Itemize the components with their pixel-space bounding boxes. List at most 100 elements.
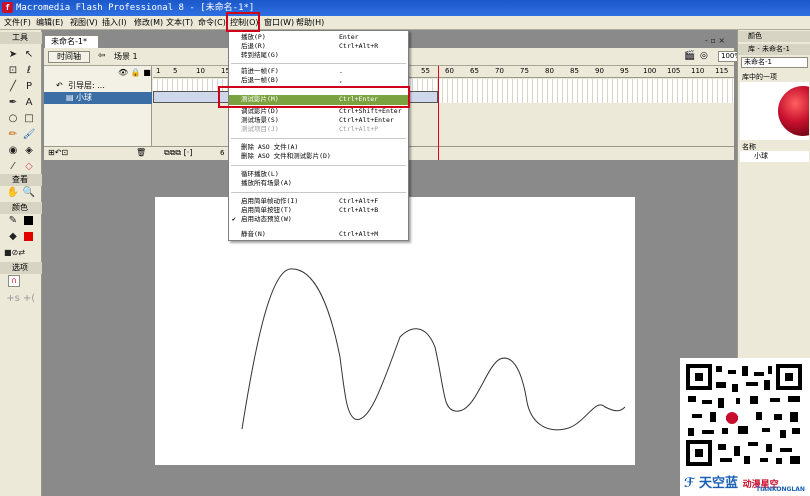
fill-color-icon[interactable]: ◆ — [6, 230, 20, 244]
ink-icon[interactable]: ◉ — [6, 144, 20, 158]
zoom-icon[interactable]: 🔍 — [22, 186, 36, 200]
watermark-en-text: TIANKONGLAN — [756, 486, 805, 493]
edit-scene-icon[interactable]: 🎬 — [684, 51, 695, 61]
paint-bucket-icon[interactable]: ◈ — [22, 144, 36, 158]
timeline-button[interactable]: 时间轴 — [48, 51, 90, 63]
menu-separator — [231, 63, 406, 64]
menu-edit[interactable]: 编辑(E) — [36, 18, 63, 28]
menu-item-simple-frame-actions[interactable]: 启用简单帧动作(I) Ctrl+Alt+F — [229, 197, 408, 206]
menu-view[interactable]: 视图(V) — [70, 18, 98, 28]
lasso-2-icon[interactable]: P — [22, 80, 36, 94]
menu-item-live-preview[interactable]: ✔ 启用动态预览(W) — [229, 215, 408, 224]
text-icon[interactable]: A — [22, 96, 36, 110]
window-controls-icon[interactable]: - ▫ × — [705, 36, 725, 45]
ruler-tick: 105 — [667, 67, 681, 75]
lasso-icon[interactable]: ℓ — [22, 64, 36, 78]
menu-item-debug-movie[interactable]: 调试影片(D) Ctrl+Shift+Enter — [229, 107, 408, 116]
stroke-color-icon[interactable]: ✎ — [6, 214, 20, 228]
menu-insert[interactable]: 插入(I) — [102, 18, 127, 28]
menu-item-play-all-scenes[interactable]: 播放所有场景(A) — [229, 179, 408, 188]
menu-separator — [231, 165, 406, 166]
view-header: 查看 — [0, 174, 42, 186]
menu-item-goto-end[interactable]: 转到结尾(G) — [229, 51, 408, 60]
smooth-icon[interactable]: +s — [6, 292, 20, 306]
flash-logo-icon: f — [2, 2, 13, 13]
control-menu: 播放(P) Enter 后退(R) Ctrl+Alt+R 转到结尾(G) 前进一帧(… — [228, 30, 409, 241]
fps-label: 6 — [220, 149, 225, 157]
eyedropper-icon[interactable]: ⁄ — [6, 160, 20, 174]
pencil-icon[interactable]: ✏ — [6, 128, 20, 142]
pen-icon[interactable]: ✒ — [6, 96, 20, 110]
color-header: 颜色 — [0, 202, 42, 214]
menu-text[interactable]: 文本(T) — [166, 18, 193, 28]
menu-item-simple-buttons[interactable]: 启用简单按钮(T) Ctrl+Alt+B — [229, 206, 408, 215]
stroke-swatch[interactable] — [24, 216, 33, 225]
edit-symbol-icon[interactable]: ◎ — [700, 51, 708, 61]
oval-icon[interactable]: ○ — [6, 112, 20, 126]
delete-layer-icon[interactable]: 🗑 — [136, 148, 146, 157]
ruler-tick: 1 — [156, 67, 161, 75]
back-arrow-icon[interactable]: ⇦ — [98, 51, 106, 61]
color-panel-header[interactable]: 颜色 — [738, 31, 810, 42]
eraser-icon[interactable]: ◇ — [22, 160, 36, 174]
menu-item-rewind[interactable]: 后退(R) Ctrl+Alt+R — [229, 42, 408, 51]
library-item[interactable]: 小球 — [740, 151, 809, 162]
menu-bar: 文件(F) 编辑(E) 视图(V) 插入(I) 修改(M) 文本(T) 命令(C… — [0, 16, 810, 30]
straighten-icon[interactable]: +( — [22, 292, 36, 306]
menu-item-mute[interactable]: 静音(N) Ctrl+Alt+M — [229, 230, 408, 239]
ruler-tick: 80 — [545, 67, 554, 75]
library-panel-header[interactable]: 库 - 未命名-1 — [738, 44, 810, 55]
subselect-icon[interactable]: ↖ — [22, 48, 36, 62]
ruler-tick: 10 — [196, 67, 205, 75]
annotation-box-control-menu — [226, 12, 260, 32]
checkmark-icon: ✔ — [232, 215, 236, 223]
menu-file[interactable]: 文件(F) — [4, 18, 31, 28]
scene-name[interactable]: 场景 1 — [114, 51, 138, 62]
layer-name: 引导层: ... — [68, 81, 105, 90]
menu-item-step-forward[interactable]: 前进一帧(F). — [229, 67, 408, 76]
title-bar: f Macromedia Flash Professional 8 - [未命名… — [0, 0, 810, 16]
menu-item-step-back[interactable]: 后退一帧(B), — [229, 76, 408, 85]
add-layer-icon[interactable]: ⊞↶⊡ — [48, 148, 68, 157]
library-preview-label: 库中的一项 — [742, 73, 777, 81]
brush-icon[interactable]: 🖌 — [22, 128, 36, 142]
menu-modify[interactable]: 修改(M) — [134, 18, 163, 28]
ruler-tick: 85 — [570, 67, 579, 75]
rect-icon[interactable]: □ — [22, 112, 36, 126]
menu-item-loop[interactable]: 循环播放(L) — [229, 170, 408, 179]
ruler-tick: 60 — [445, 67, 454, 75]
ruler-tick: 95 — [620, 67, 629, 75]
watermark-brand: ℱ 天空蓝 动漫星空 TIANKONGLAN — [684, 472, 805, 493]
playhead[interactable] — [438, 66, 439, 160]
onion-skin-icons[interactable]: ⧉⧉⧉ [·] — [164, 148, 192, 158]
hand-icon[interactable]: ✋ — [6, 186, 20, 200]
ruler-tick: 110 — [691, 67, 705, 75]
menu-help[interactable]: 帮助(H) — [296, 18, 324, 28]
layer-ball[interactable]: ▤ 小球 — [44, 92, 152, 104]
ruler-tick: 115 — [715, 67, 729, 75]
line-icon[interactable]: ╱ — [6, 80, 20, 94]
watermark-brand-text: 天空蓝 — [699, 476, 739, 491]
arrow-icon[interactable]: ➤ — [6, 48, 20, 62]
menu-window[interactable]: 窗口(W) — [264, 18, 294, 28]
menu-commands[interactable]: 命令(C) — [198, 18, 226, 28]
swap-colors-icon[interactable]: ■⊘⇄ — [4, 246, 25, 260]
menu-item-delete-aso-test[interactable]: 删除 ASO 文件和测试影片(D) — [229, 152, 408, 161]
snap-magnet-icon[interactable]: ∩ — [8, 275, 20, 287]
ruler-tick: 75 — [520, 67, 529, 75]
qr-center-logo-icon — [726, 412, 738, 424]
menu-item-delete-aso[interactable]: 删除 ASO 文件(A) — [229, 143, 408, 152]
layer-guide[interactable]: ↶ 引导层: ... — [44, 80, 152, 92]
annotation-box-test-movie — [218, 86, 410, 108]
menu-item-play[interactable]: 播放(P) Enter — [229, 33, 408, 42]
fill-swatch[interactable] — [24, 232, 33, 241]
free-transform-icon[interactable]: ⊡ — [6, 64, 20, 78]
menu-item-test-project: 测试项目(J) Ctrl+Alt+P — [241, 125, 379, 133]
layer-name: 小球 — [76, 93, 92, 102]
menu-item-test-scene[interactable]: 测试场景(S) Ctrl+Alt+Enter — [229, 116, 408, 125]
document-tab[interactable]: 未命名-1* — [44, 35, 99, 48]
options-header: 选项 — [0, 262, 42, 274]
watermark-logo-icon: ℱ — [684, 476, 695, 491]
library-doc-select[interactable]: 未命名-1 — [741, 57, 808, 68]
ruler-tick: 90 — [595, 67, 604, 75]
